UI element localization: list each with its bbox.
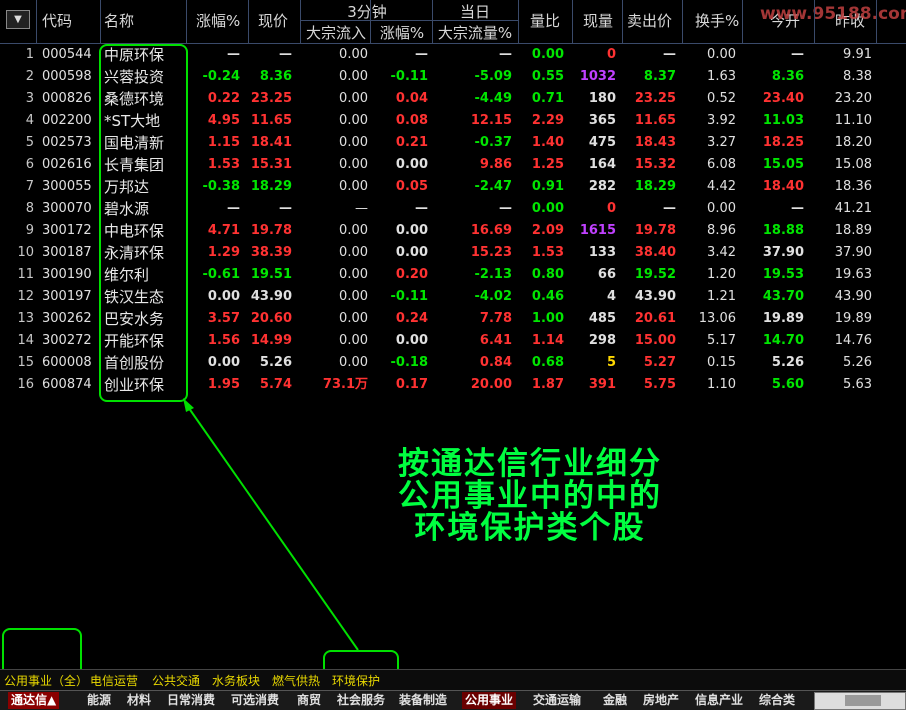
sector-tab[interactable]: 交通运输 xyxy=(530,692,584,709)
sector-tab[interactable]: 通达信▲ xyxy=(8,692,60,709)
sector-tab[interactable]: 房地产 xyxy=(640,692,682,709)
sector-tab[interactable]: 金融 xyxy=(600,692,630,709)
sector-tab[interactable]: 材料 xyxy=(124,692,154,709)
arrow-graphic xyxy=(183,398,359,651)
sector-tab[interactable]: 装备制造 xyxy=(396,692,450,709)
sector-tab[interactable]: 信息产业 xyxy=(692,692,746,709)
sector-tab[interactable]: 可选消费 xyxy=(228,692,282,709)
sector-tab[interactable]: 公用事业 xyxy=(462,692,517,709)
sector-tab[interactable]: 社会服务 xyxy=(334,692,388,709)
sector-tabs: 通达信▲ 能源 材料 日常消费 可选消费 商贸 社会服务 装备制造 公用事业 交通运输 金融 房地产信… xyxy=(0,690,906,710)
sector-tab[interactable]: 商贸 xyxy=(294,692,324,709)
subsector-tab[interactable]: 电信运营 xyxy=(88,672,140,690)
sector-tab[interactable]: 能源 xyxy=(84,692,114,709)
subsector-tab[interactable]: 水务板块 xyxy=(210,672,262,690)
sector-tab[interactable]: 综合类 xyxy=(756,692,798,709)
sector-tab[interactable]: 日常消费 xyxy=(164,692,218,709)
subsector-tab[interactable]: 环境保护 xyxy=(330,672,382,690)
horizontal-scrollbar[interactable] xyxy=(814,692,906,710)
subsector-tabs: 公用事业（全） 电信运营 公共交通 水务板块 燃气供热 环境保护 xyxy=(0,669,906,691)
subsector-tab[interactable]: 公共交通 xyxy=(150,672,202,690)
subsector-tab[interactable]: 燃气供热 xyxy=(270,672,322,690)
subsector-tab[interactable]: 公用事业（全） xyxy=(2,672,90,690)
scroll-thumb[interactable] xyxy=(845,695,881,706)
